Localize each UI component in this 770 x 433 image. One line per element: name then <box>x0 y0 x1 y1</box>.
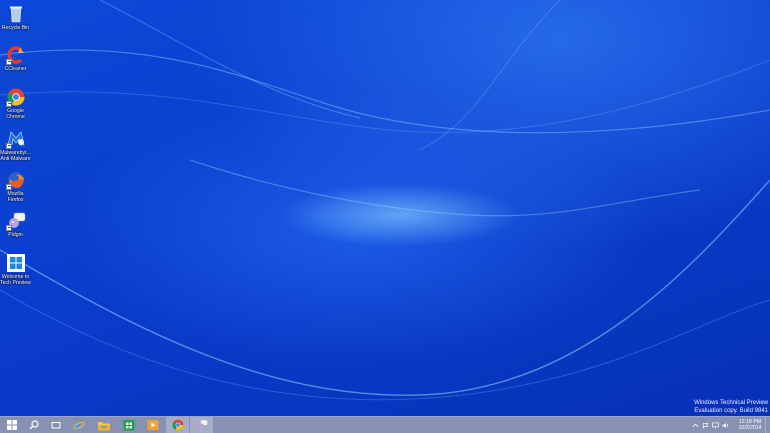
clock-date: 10/2/2014 <box>738 425 762 431</box>
desktop-icon-recycle-bin[interactable]: Recycle Bin <box>0 4 31 31</box>
desktop-icon-label: Google Chrome <box>6 108 25 120</box>
desktop-icon-label: Pidgin <box>8 232 23 238</box>
start-icon <box>6 420 17 430</box>
desktop-icon-label: CCleaner <box>4 66 27 72</box>
pidgin-icon <box>197 420 207 430</box>
start-button[interactable] <box>0 417 23 433</box>
build-watermark: Windows Technical Preview Evaluation cop… <box>694 399 768 415</box>
wallpaper-light-streaks <box>0 0 770 401</box>
watermark-line-build: Evaluation copy. Build 9841 <box>694 408 768 414</box>
ccleaner-icon <box>5 45 26 65</box>
desktop-icon-mozilla-firefox[interactable]: Mozilla Firefox <box>0 170 31 203</box>
taskbar-media-player[interactable] <box>141 417 164 433</box>
desktop-icon-malwarebytes[interactable]: Malwarebyt... Anti-Malware <box>0 129 31 162</box>
shortcut-arrow-icon <box>5 143 12 149</box>
watermark-line-edition: Windows Technical Preview <box>694 400 768 406</box>
desktop-wallpaper <box>0 0 770 433</box>
taskbar-chrome[interactable] <box>166 417 189 433</box>
taskbar-file-explorer[interactable] <box>92 417 115 433</box>
windows-welcome-icon <box>6 253 26 273</box>
shortcut-arrow-icon <box>5 184 12 190</box>
malwarebytes-icon <box>5 129 26 149</box>
desktop-icon-label: Recycle Bin <box>1 25 30 31</box>
taskbar-pidgin[interactable] <box>190 417 213 433</box>
network-icon[interactable] <box>712 422 719 429</box>
task-view-button[interactable] <box>44 417 67 433</box>
recycle-bin-icon <box>6 4 26 24</box>
taskbar-internet-explorer[interactable]: e <box>67 417 90 433</box>
taskbar-store[interactable] <box>117 417 140 433</box>
desktop-icon-label: Welcome to Tech Preview <box>0 274 31 286</box>
show-hidden-icons-chevron-icon[interactable] <box>692 422 699 429</box>
firefox-icon <box>5 170 26 190</box>
search-icon <box>29 420 39 430</box>
internet-explorer-icon: e <box>73 419 84 431</box>
shortcut-arrow-icon <box>5 101 12 107</box>
store-icon <box>123 420 134 431</box>
pidgin-icon <box>5 211 26 231</box>
file-explorer-icon <box>97 421 110 430</box>
chrome-icon <box>5 87 26 107</box>
action-center-flag-icon[interactable] <box>702 422 709 429</box>
taskbar-clock[interactable]: 12:18 PM 10/2/2014 <box>736 419 764 432</box>
search-button[interactable] <box>22 417 45 433</box>
desktop-icon-pidgin[interactable]: Pidgin <box>0 211 31 238</box>
media-player-icon <box>147 420 158 430</box>
taskbar: e 12:18 PM 10/2/2014 <box>0 416 770 433</box>
shortcut-arrow-icon <box>5 59 12 65</box>
chrome-icon <box>172 419 183 431</box>
show-desktop-button[interactable] <box>765 417 770 433</box>
desktop-icon-label: Malwarebyt... Anti-Malware <box>0 150 31 162</box>
desktop-icon-label: Mozilla Firefox <box>7 191 24 203</box>
shortcut-arrow-icon <box>5 225 12 231</box>
desktop-icon-welcome-tech-preview[interactable]: Welcome to Tech Preview <box>0 253 31 286</box>
system-tray: 12:18 PM 10/2/2014 <box>692 417 764 433</box>
desktop-icon-ccleaner[interactable]: CCleaner <box>0 45 31 72</box>
volume-icon[interactable] <box>722 422 729 429</box>
task-view-icon <box>51 422 60 429</box>
desktop-icon-google-chrome[interactable]: Google Chrome <box>0 87 31 120</box>
